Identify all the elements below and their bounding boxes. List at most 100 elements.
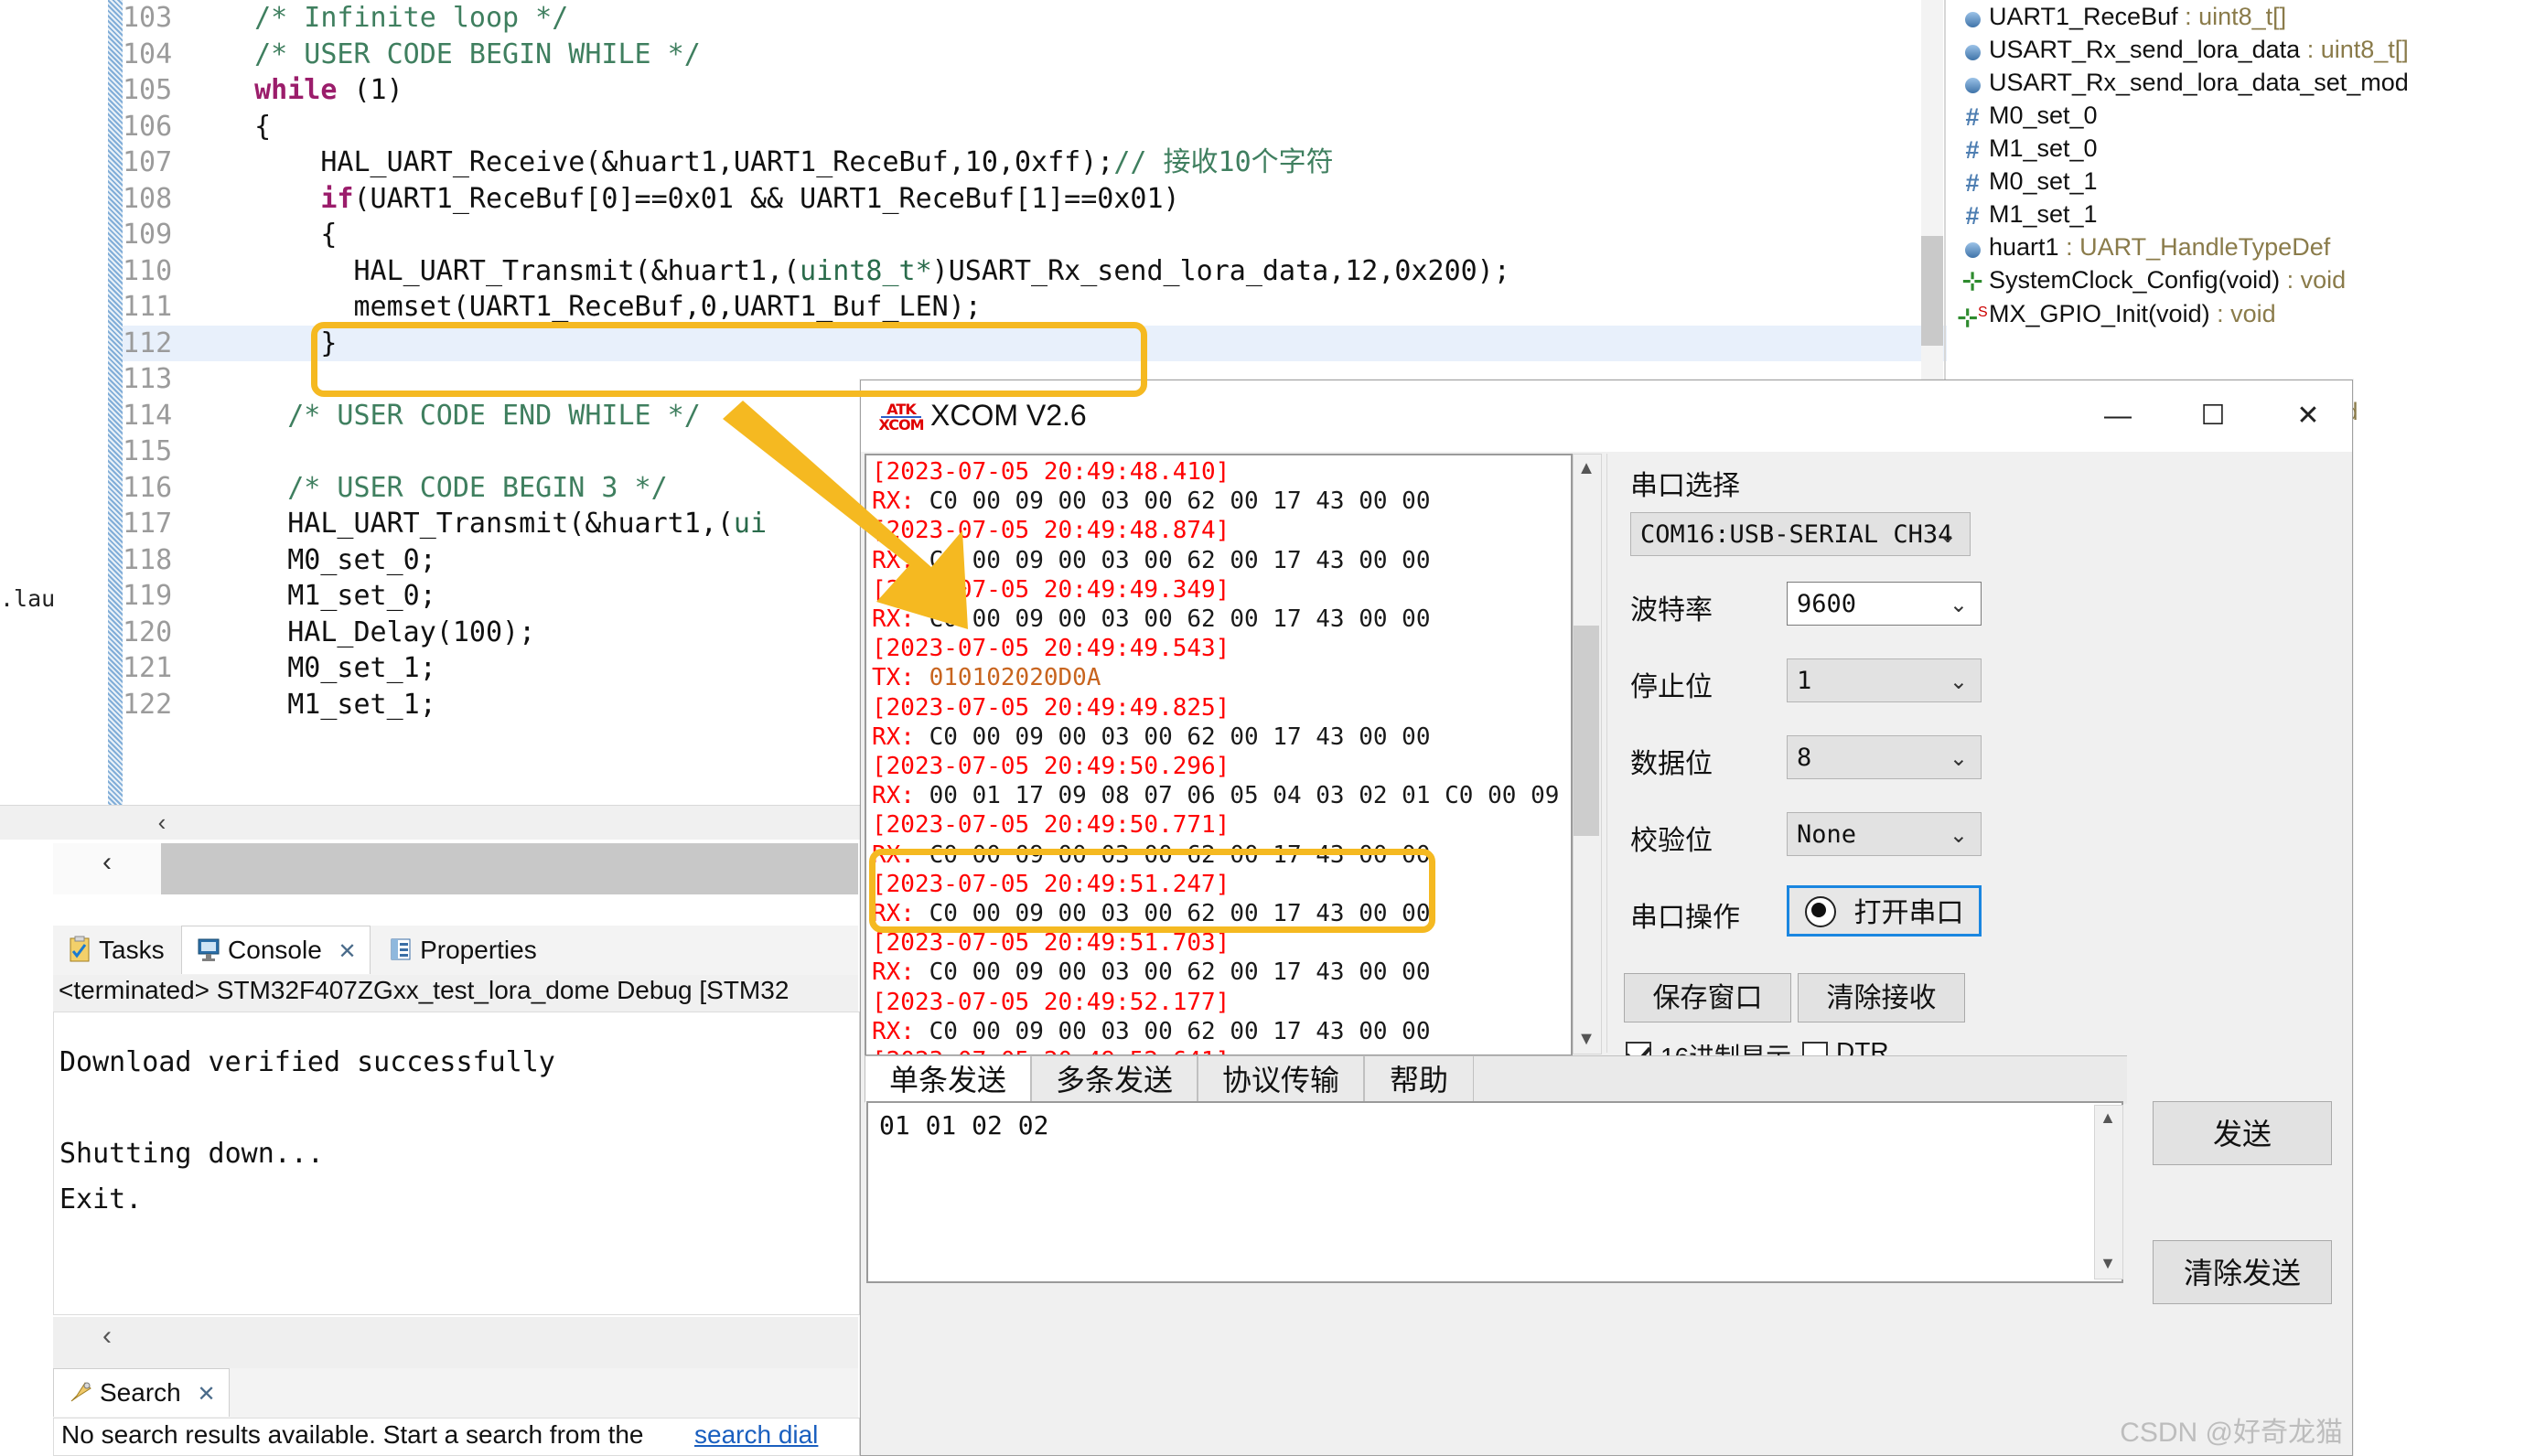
parity-label: 校验位	[1630, 818, 1713, 858]
clear-send-button[interactable]: 清除发送	[2153, 1240, 2332, 1304]
minimize-button[interactable]: —	[2085, 395, 2151, 437]
field-dot-icon	[1956, 232, 1989, 265]
code-line[interactable]: 104 /* USER CODE BEGIN WHILE */	[123, 37, 1949, 73]
data-bits-combo[interactable]: 8 ⌄	[1787, 735, 1982, 779]
xcom-window[interactable]: ATK XCOM XCOM V2.6 — ☐ ✕ [2023-07-05 20:…	[860, 380, 2353, 1456]
outline-item[interactable]: #M1_set_0	[1947, 132, 2546, 165]
tab-multi-send[interactable]: 多条发送	[1031, 1055, 1198, 1103]
port-select-value: COM16:USB-SERIAL CH34	[1640, 520, 1952, 549]
receive-log-line: [2023-07-05 20:49:49.543]	[866, 634, 1571, 663]
code-line[interactable]: 107 HAL_UART_Receive(&huart1,UART1_ReceB…	[123, 145, 1949, 181]
code-line[interactable]: 106 {	[123, 109, 1949, 145]
code-line[interactable]: 110 HAL_UART_Transmit(&huart1,(uint8_t*)…	[123, 253, 1949, 290]
outline-item[interactable]: ⊹SystemClock_Config(void) : void	[1947, 263, 2546, 296]
outline-item[interactable]: #M1_set_1	[1947, 198, 2546, 230]
log-direction-label: RX:	[872, 605, 929, 633]
code-text: while (1)	[221, 72, 403, 109]
tab-protocol-send[interactable]: 协议传输	[1198, 1055, 1364, 1103]
tasks-icon	[66, 931, 93, 958]
code-line[interactable]: 112 }	[123, 326, 1949, 362]
outline-item[interactable]: #M0_set_1	[1947, 165, 2546, 198]
console-tab-bar[interactable]: Tasks Console ✕	[53, 926, 858, 976]
outline-item-name: M1_set_1	[1989, 200, 2098, 228]
receive-log-line: [2023-07-05 20:49:52.177]	[866, 988, 1571, 1017]
receive-scroll-up-icon[interactable]: ▲	[1574, 455, 1599, 481]
chevron-down-icon: ⌄	[1950, 813, 1968, 857]
code-line[interactable]: 111 memset(UART1_ReceBuf,0,UART1_Buf_LEN…	[123, 289, 1949, 326]
outline-item-name: MX_GPIO_Init(void)	[1989, 300, 2210, 327]
save-window-button[interactable]: 保存窗口	[1624, 973, 1791, 1022]
log-hex-data: C0 00 09 00 03 00 62 00 17 43 00 00	[929, 958, 1431, 986]
console-output-line: Shutting down...	[59, 1131, 859, 1177]
code-text: M1_set_0;	[221, 578, 436, 615]
field-dot-icon	[1956, 2, 1989, 35]
code-text: M0_set_1;	[221, 650, 436, 687]
log-timestamp: [2023-07-05 20:49:52.177]	[872, 989, 1230, 1016]
xcom-title-bar[interactable]: ATK XCOM XCOM V2.6 — ☐ ✕	[861, 380, 2352, 452]
editor-scroll-left-chevron-icon[interactable]: ‹	[146, 808, 177, 836]
tab-console-close-icon[interactable]: ✕	[338, 939, 357, 964]
port-select-combo[interactable]: COM16:USB-SERIAL CH34 ⌄	[1630, 512, 1971, 556]
send-button[interactable]: 发送	[2153, 1101, 2332, 1165]
send-tabstrip-filler	[1474, 1055, 2127, 1104]
receive-scrollbar-thumb[interactable]	[1574, 626, 1599, 836]
log-timestamp: [2023-07-05 20:49:48.874]	[872, 517, 1230, 544]
outline-item[interactable]: USART_Rx_send_lora_data_set_mod	[1947, 66, 2546, 99]
data-bits-value: 8	[1797, 744, 1811, 772]
outline-item[interactable]: #M0_set_0	[1947, 99, 2546, 132]
console-collapse-chevron-icon[interactable]: ‹	[102, 847, 112, 878]
macro-hash-icon: #	[1956, 101, 1989, 134]
code-text: HAL_UART_Transmit(&huart1,(uint8_t*)USAR…	[221, 253, 1510, 290]
tab-properties[interactable]: Properties	[374, 926, 550, 974]
code-line[interactable]: 103 /* Infinite loop */	[123, 0, 1949, 37]
send-scroll-up-icon[interactable]: ▲	[2095, 1107, 2121, 1129]
outline-item[interactable]: USART_Rx_send_lora_data : uint8_t[]	[1947, 33, 2546, 66]
clear-receive-button[interactable]: 清除接收	[1798, 973, 1965, 1022]
outline-item-name: M0_set_0	[1989, 102, 2098, 129]
tab-tasks[interactable]: Tasks	[53, 926, 177, 974]
code-line[interactable]: 108 if(UART1_ReceBuf[0]==0x01 && UART1_R…	[123, 181, 1949, 218]
log-hex-data: C0 00 09 00 03 00 62 00 17 43 00 00	[929, 900, 1431, 927]
receive-log-line: RX: C0 00 09 00 03 00 62 00 17 43 00 00	[866, 487, 1571, 516]
receive-scroll-down-icon[interactable]: ▼	[1574, 1026, 1599, 1052]
chevron-down-icon: ⌄	[1939, 513, 1957, 557]
send-tab-bar[interactable]: 单条发送 多条发送 协议传输 帮助	[865, 1055, 2127, 1103]
stop-bits-combo[interactable]: 1 ⌄	[1787, 658, 1982, 702]
open-serial-port-label: 打开串口	[1854, 898, 1964, 928]
outline-item[interactable]: UART1_ReceBuf : uint8_t[]	[1947, 0, 2546, 33]
outline-item[interactable]: ⊹SMX_GPIO_Init(void) : void	[1947, 296, 2546, 329]
code-text: /* USER CODE BEGIN 3 */	[221, 470, 668, 507]
parity-combo[interactable]: None ⌄	[1787, 812, 1982, 856]
close-button[interactable]: ✕	[2275, 395, 2341, 437]
console-launch-config-label: <terminated> STM32F407ZGxx_test_lora_dom…	[59, 976, 789, 1005]
serial-operation-label: 串口操作	[1630, 894, 1740, 935]
send-text-area[interactable]: 01 01 02 02 ▲ ▼	[866, 1101, 2123, 1283]
code-text: {	[221, 217, 337, 253]
editor-vertical-scroll-thumb[interactable]	[1921, 236, 1943, 346]
editor-change-ruler	[108, 0, 123, 840]
outline-view[interactable]: UART1_ReceBuf : uint8_t[]USART_Rx_send_l…	[1947, 0, 2546, 393]
tab-search[interactable]: Search ✕	[53, 1368, 230, 1417]
outline-item[interactable]: huart1 : UART_HandleTypeDef	[1947, 230, 2546, 263]
line-number: 120	[123, 615, 207, 651]
receive-log-area[interactable]: [2023-07-05 20:49:48.410]RX: C0 00 09 00…	[865, 454, 1573, 1056]
baud-rate-combo[interactable]: 9600 ⌄	[1787, 582, 1982, 626]
open-serial-port-button[interactable]: 打开串口	[1787, 885, 1982, 937]
tab-single-send[interactable]: 单条发送	[865, 1055, 1031, 1103]
log-direction-label: RX:	[872, 547, 929, 574]
log-timestamp: [2023-07-05 20:49:50.771]	[872, 811, 1230, 839]
receive-log-line: [2023-07-05 20:49:50.296]	[866, 752, 1571, 781]
search-collapse-chevron-icon[interactable]: ‹	[102, 1321, 112, 1352]
watermark-text: CSDN @好奇龙猫	[2120, 1409, 2343, 1450]
tab-console[interactable]: Console ✕	[181, 926, 371, 974]
send-scroll-down-icon[interactable]: ▼	[2095, 1252, 2121, 1274]
console-output[interactable]: Download verified successfullyShutting d…	[53, 1012, 860, 1315]
code-line[interactable]: 109 {	[123, 217, 1949, 253]
code-line[interactable]: 105 while (1)	[123, 72, 1949, 109]
log-direction-label: TX:	[872, 664, 929, 691]
search-dialog-link[interactable]: search dial	[694, 1420, 818, 1450]
search-tab-bar[interactable]: Search ✕	[53, 1368, 858, 1419]
tab-help[interactable]: 帮助	[1364, 1055, 1474, 1103]
maximize-button[interactable]: ☐	[2180, 395, 2246, 437]
tab-search-close-icon[interactable]: ✕	[198, 1382, 216, 1407]
